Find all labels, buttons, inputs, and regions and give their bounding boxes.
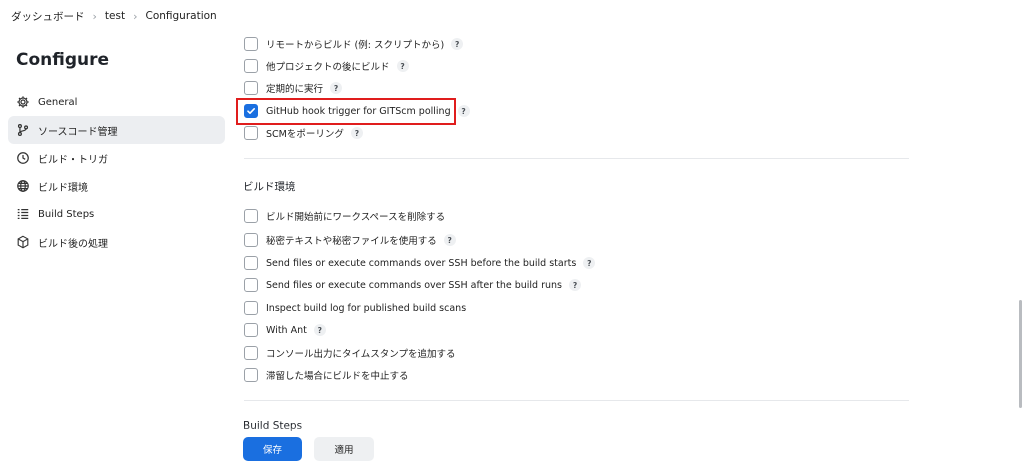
branch-icon — [17, 124, 29, 136]
apply-button[interactable]: 適用 — [314, 437, 374, 461]
help-icon[interactable]: ? — [396, 60, 409, 72]
checkbox[interactable] — [244, 81, 258, 95]
help-icon[interactable]: ? — [330, 82, 343, 94]
sidebar-item-label: ソースコード管理 — [38, 126, 118, 138]
sidebar-item-label: ビルド環境 — [38, 182, 88, 194]
section-title-build-env: ビルド環境 — [243, 181, 296, 193]
gear-icon — [17, 96, 29, 108]
option-label: 他プロジェクトの後にビルド — [266, 62, 390, 73]
list-icon — [17, 209, 29, 219]
checkbox[interactable] — [244, 37, 258, 51]
breadcrumb-job[interactable]: test — [105, 10, 125, 22]
sidebar-item-label: ビルド後の処理 — [38, 238, 108, 250]
checkbox[interactable] — [244, 126, 258, 140]
section-divider — [244, 400, 909, 401]
option-label: リモートからビルド (例: スクリプトから) — [266, 40, 445, 51]
checkbox[interactable] — [244, 59, 258, 73]
option-label: コンソール出力にタイムスタンプを追加する — [266, 349, 456, 360]
trigger-option-periodic[interactable]: 定期的に実行 ? — [244, 79, 343, 97]
option-label: Send files or execute commands over SSH … — [266, 279, 563, 291]
chevron-right-icon: › — [92, 9, 97, 23]
option-label: With Ant — [266, 324, 307, 336]
sidebar-item-general[interactable]: General — [8, 88, 225, 116]
checkbox[interactable] — [244, 256, 258, 270]
checkbox[interactable] — [244, 278, 258, 292]
sidebar-item-label: Build Steps — [38, 208, 95, 220]
env-option-ssh-after[interactable]: Send files or execute commands over SSH … — [244, 276, 582, 294]
page-title: Configure — [16, 50, 110, 70]
env-option-abort-stuck[interactable]: 滞留した場合にビルドを中止する — [244, 366, 409, 384]
breadcrumb-configuration[interactable]: Configuration — [145, 10, 216, 22]
highlight-box — [236, 98, 456, 125]
checkbox[interactable] — [244, 233, 258, 247]
checkbox[interactable] — [244, 323, 258, 337]
help-icon[interactable]: ? — [443, 234, 456, 246]
breadcrumb: ダッシュボード › test › Configuration — [0, 0, 1024, 32]
clock-icon — [17, 152, 29, 164]
option-label: 定期的に実行 — [266, 84, 324, 95]
sidebar-item-label: ビルド・トリガ — [38, 154, 108, 166]
help-icon[interactable]: ? — [457, 105, 470, 117]
globe-icon — [17, 180, 29, 192]
sidebar-item-scm[interactable]: ソースコード管理 — [8, 116, 225, 144]
help-icon[interactable]: ? — [451, 38, 464, 50]
env-option-delete-workspace[interactable]: ビルド開始前にワークスペースを削除する — [244, 207, 445, 225]
option-label: 滞留した場合にビルドを中止する — [266, 371, 409, 382]
help-icon[interactable]: ? — [569, 279, 582, 291]
checkbox[interactable] — [244, 346, 258, 360]
chevron-right-icon: › — [133, 9, 138, 23]
help-icon[interactable]: ? — [350, 127, 363, 139]
env-option-inspect-build-log[interactable]: Inspect build log for published build sc… — [244, 299, 466, 317]
cube-icon — [17, 235, 29, 249]
sidebar: Configure General ソースコード管理 ビルド・トリガ ビルド環境… — [0, 32, 232, 467]
sidebar-item-label: General — [38, 96, 78, 108]
trigger-option-after-other-projects[interactable]: 他プロジェクトの後にビルド ? — [244, 57, 409, 75]
sidebar-item-build-steps[interactable]: Build Steps — [8, 200, 225, 228]
option-label: SCMをポーリング — [266, 129, 344, 140]
env-option-timestamps[interactable]: コンソール出力にタイムスタンプを追加する — [244, 344, 456, 362]
sidebar-item-build-env[interactable]: ビルド環境 — [8, 172, 225, 200]
option-label: ビルド開始前にワークスペースを削除する — [266, 212, 446, 223]
sidebar-item-post-build[interactable]: ビルド後の処理 — [8, 228, 225, 256]
option-label: Send files or execute commands over SSH … — [266, 257, 577, 269]
scrollbar-thumb[interactable] — [1019, 300, 1022, 408]
breadcrumb-dashboard[interactable]: ダッシュボード — [11, 9, 85, 24]
help-icon[interactable]: ? — [313, 324, 326, 336]
help-icon[interactable]: ? — [583, 257, 596, 269]
sidebar-item-build-triggers[interactable]: ビルド・トリガ — [8, 144, 225, 172]
trigger-option-remote[interactable]: リモートからビルド (例: スクリプトから) ? — [244, 35, 464, 53]
option-label: Inspect build log for published build sc… — [266, 302, 467, 314]
checkbox[interactable] — [244, 301, 258, 315]
env-option-ssh-before[interactable]: Send files or execute commands over SSH … — [244, 254, 596, 272]
save-button[interactable]: 保存 — [243, 437, 302, 461]
checkbox[interactable] — [244, 209, 258, 223]
trigger-option-scm-polling[interactable]: SCMをポーリング ? — [244, 124, 363, 142]
option-label: 秘密テキストや秘密ファイルを使用する — [266, 236, 437, 247]
section-divider — [244, 158, 909, 159]
sidebar-nav: General ソースコード管理 ビルド・トリガ ビルド環境 Build Ste… — [8, 88, 225, 256]
checkbox[interactable] — [244, 368, 258, 382]
env-option-secret-files[interactable]: 秘密テキストや秘密ファイルを使用する ? — [244, 231, 456, 249]
env-option-with-ant[interactable]: With Ant ? — [244, 321, 326, 339]
